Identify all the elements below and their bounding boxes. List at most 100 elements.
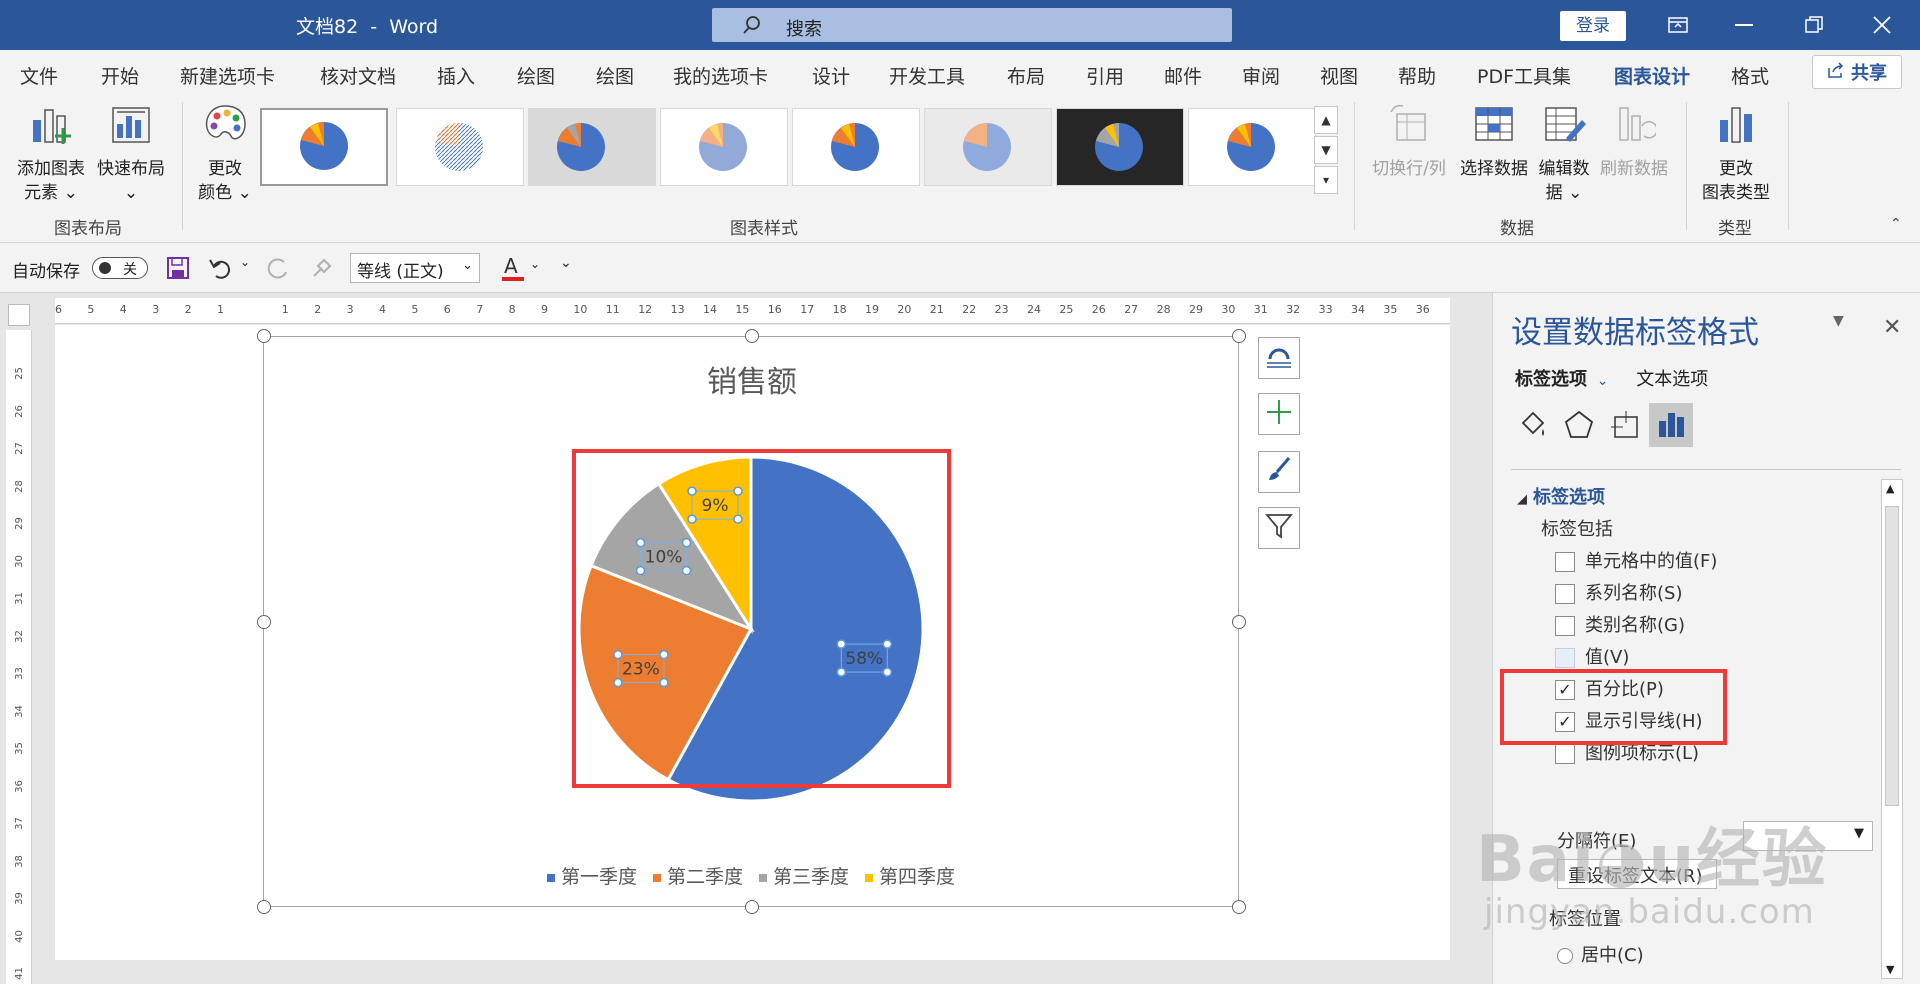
tab-proofread[interactable]: 核对文档 [320, 62, 396, 89]
share-button[interactable]: 共享 [1812, 55, 1902, 89]
legend-item[interactable]: 第一季度 [546, 862, 637, 889]
chart-styles-button[interactable] [1258, 451, 1300, 493]
tab-pdf[interactable]: PDF工具集 [1477, 62, 1571, 89]
tab-mailings[interactable]: 邮件 [1164, 62, 1202, 89]
gallery-up-icon[interactable]: ▲ [1314, 106, 1338, 134]
chart-style-8[interactable] [1188, 108, 1316, 186]
checkbox-series-name[interactable]: 系列名称(S) [1555, 579, 1682, 605]
checkbox[interactable] [1555, 552, 1575, 572]
edit-data-button[interactable]: 编辑数 据 ⌄ [1532, 102, 1596, 205]
tab-selector[interactable] [8, 304, 30, 326]
checkbox[interactable] [1555, 648, 1575, 668]
gallery-down-icon[interactable]: ▼ [1314, 136, 1338, 164]
close-icon[interactable] [1852, 0, 1912, 50]
restore-icon[interactable] [1784, 0, 1844, 50]
fill-line-icon[interactable] [1511, 403, 1555, 447]
chart-style-2[interactable] [396, 108, 524, 186]
tab-developer[interactable]: 开发工具 [889, 62, 965, 89]
font-color-icon[interactable]: A [500, 253, 524, 288]
section-label-options[interactable]: ◢ 标签选项 [1517, 483, 1605, 509]
collapse-ribbon-icon[interactable]: ⌃ [1890, 216, 1902, 232]
add-chart-element-button[interactable]: 添加图表 元素 ⌄ [12, 102, 90, 205]
checkbox[interactable] [1555, 584, 1575, 604]
resize-handle[interactable] [1232, 900, 1246, 914]
tab-draw-1[interactable]: 绘图 [517, 62, 555, 89]
tab-review[interactable]: 审阅 [1242, 62, 1280, 89]
checkbox[interactable] [1555, 744, 1575, 764]
chart-style-7[interactable] [1056, 108, 1184, 186]
label-options-icon[interactable] [1649, 403, 1693, 447]
layout-options-button[interactable] [1258, 337, 1300, 379]
save-icon[interactable] [166, 256, 190, 285]
scroll-down-icon[interactable]: ▼ [1886, 963, 1894, 976]
scroll-up-icon[interactable]: ▲ [1886, 482, 1894, 495]
tab-file[interactable]: 文件 [20, 62, 58, 89]
tab-new[interactable]: 新建选项卡 [180, 62, 275, 89]
legend-item[interactable]: 第四季度 [865, 862, 955, 889]
resize-handle[interactable] [1232, 329, 1246, 343]
undo-icon[interactable] [208, 256, 234, 285]
chart-style-6[interactable] [924, 108, 1052, 186]
tab-help[interactable]: 帮助 [1398, 62, 1436, 89]
size-properties-icon[interactable] [1603, 403, 1647, 447]
vertical-ruler[interactable]: 25 26 27 28 29 30 31 32 33 34 35 36 37 38 39 40 41 [6, 330, 32, 984]
font-name-select[interactable]: 等线 (正文) ⌄ [350, 253, 480, 283]
checkbox-cell-value[interactable]: 单元格中的值(F) [1555, 547, 1717, 573]
undo-dropdown-icon[interactable]: ⌄ [240, 255, 250, 269]
format-painter-icon[interactable] [310, 256, 334, 285]
legend-item[interactable]: 第二季度 [652, 862, 743, 889]
quick-layout-button[interactable]: 快速布局 ⌄ [92, 102, 170, 205]
select-data-button[interactable]: 选择数据 [1454, 102, 1534, 181]
minimize-icon[interactable] [1714, 0, 1774, 50]
tab-view[interactable]: 视图 [1320, 62, 1358, 89]
tab-chart-design[interactable]: 图表设计 [1614, 62, 1691, 99]
tab-my[interactable]: 我的选项卡 [673, 62, 768, 89]
legend-item[interactable]: 第三季度 [759, 862, 849, 889]
font-color-dropdown-icon[interactable]: ⌄ [530, 257, 540, 271]
pane-scrollbar[interactable]: ▲ ▼ [1881, 479, 1903, 979]
chart-legend[interactable]: 第一季度 第二季度 第三季度 第四季度 [263, 862, 1239, 889]
chart-filters-button[interactable] [1258, 507, 1300, 549]
horizontal-ruler[interactable]: 6 5 4 3 2 1 1 2 3 4 5 6 7 8 9 10 11 12 13 14 15 16 17 18 19 20 21 2… [55, 298, 1450, 324]
resize-handle[interactable] [257, 329, 271, 343]
tab-home[interactable]: 开始 [101, 62, 139, 89]
ribbon-display-options-icon[interactable] [1648, 0, 1708, 50]
style-gallery-scroll[interactable]: ▲ ▼ ▾ [1314, 106, 1338, 196]
tab-text-options[interactable]: 文本选项 [1636, 369, 1708, 390]
tab-layout[interactable]: 布局 [1007, 62, 1045, 89]
chart-style-4[interactable] [660, 108, 788, 186]
resize-handle[interactable] [745, 329, 759, 343]
resize-handle[interactable] [1232, 615, 1246, 629]
login-button[interactable]: 登录 [1560, 11, 1626, 41]
pane-options-icon[interactable]: ▼ [1833, 313, 1844, 329]
effects-icon[interactable] [1557, 403, 1601, 447]
resize-handle[interactable] [257, 615, 271, 629]
gallery-more-icon[interactable]: ▾ [1314, 166, 1338, 194]
checkbox[interactable] [1555, 616, 1575, 636]
resize-handle[interactable] [257, 900, 271, 914]
checkbox-category-name[interactable]: 类别名称(G) [1555, 611, 1685, 637]
switch-row-col-button[interactable]: 切换行/列 [1366, 102, 1452, 181]
customize-qat-icon[interactable]: ⌄ [560, 255, 572, 271]
autosave-toggle[interactable]: 关 [92, 257, 148, 279]
checkbox-value[interactable]: 值(V) [1555, 643, 1629, 669]
tab-label-options[interactable]: 标签选项 [1515, 369, 1587, 390]
chart-style-5[interactable] [792, 108, 920, 186]
chart-style-3[interactable] [528, 108, 656, 186]
search-box[interactable]: 搜索 [712, 8, 1232, 42]
refresh-data-button[interactable]: 刷新数据 [1594, 102, 1674, 181]
tab-references[interactable]: 引用 [1086, 62, 1124, 89]
radio-button[interactable] [1557, 948, 1573, 964]
chart-elements-button[interactable] [1258, 393, 1300, 435]
chevron-down-icon[interactable]: ⌄ [1597, 373, 1609, 389]
tab-format[interactable]: 格式 [1731, 62, 1769, 89]
resize-handle[interactable] [745, 900, 759, 914]
scroll-thumb[interactable] [1885, 506, 1899, 806]
tab-design[interactable]: 设计 [812, 62, 850, 89]
chart-style-1[interactable] [260, 108, 388, 186]
close-icon[interactable]: ✕ [1883, 315, 1901, 340]
tab-insert[interactable]: 插入 [437, 62, 475, 89]
change-colors-button[interactable]: 更改 颜色 ⌄ [190, 102, 260, 205]
redo-icon[interactable] [266, 256, 290, 285]
change-chart-type-button[interactable]: 更改 图表类型 [1694, 102, 1778, 205]
